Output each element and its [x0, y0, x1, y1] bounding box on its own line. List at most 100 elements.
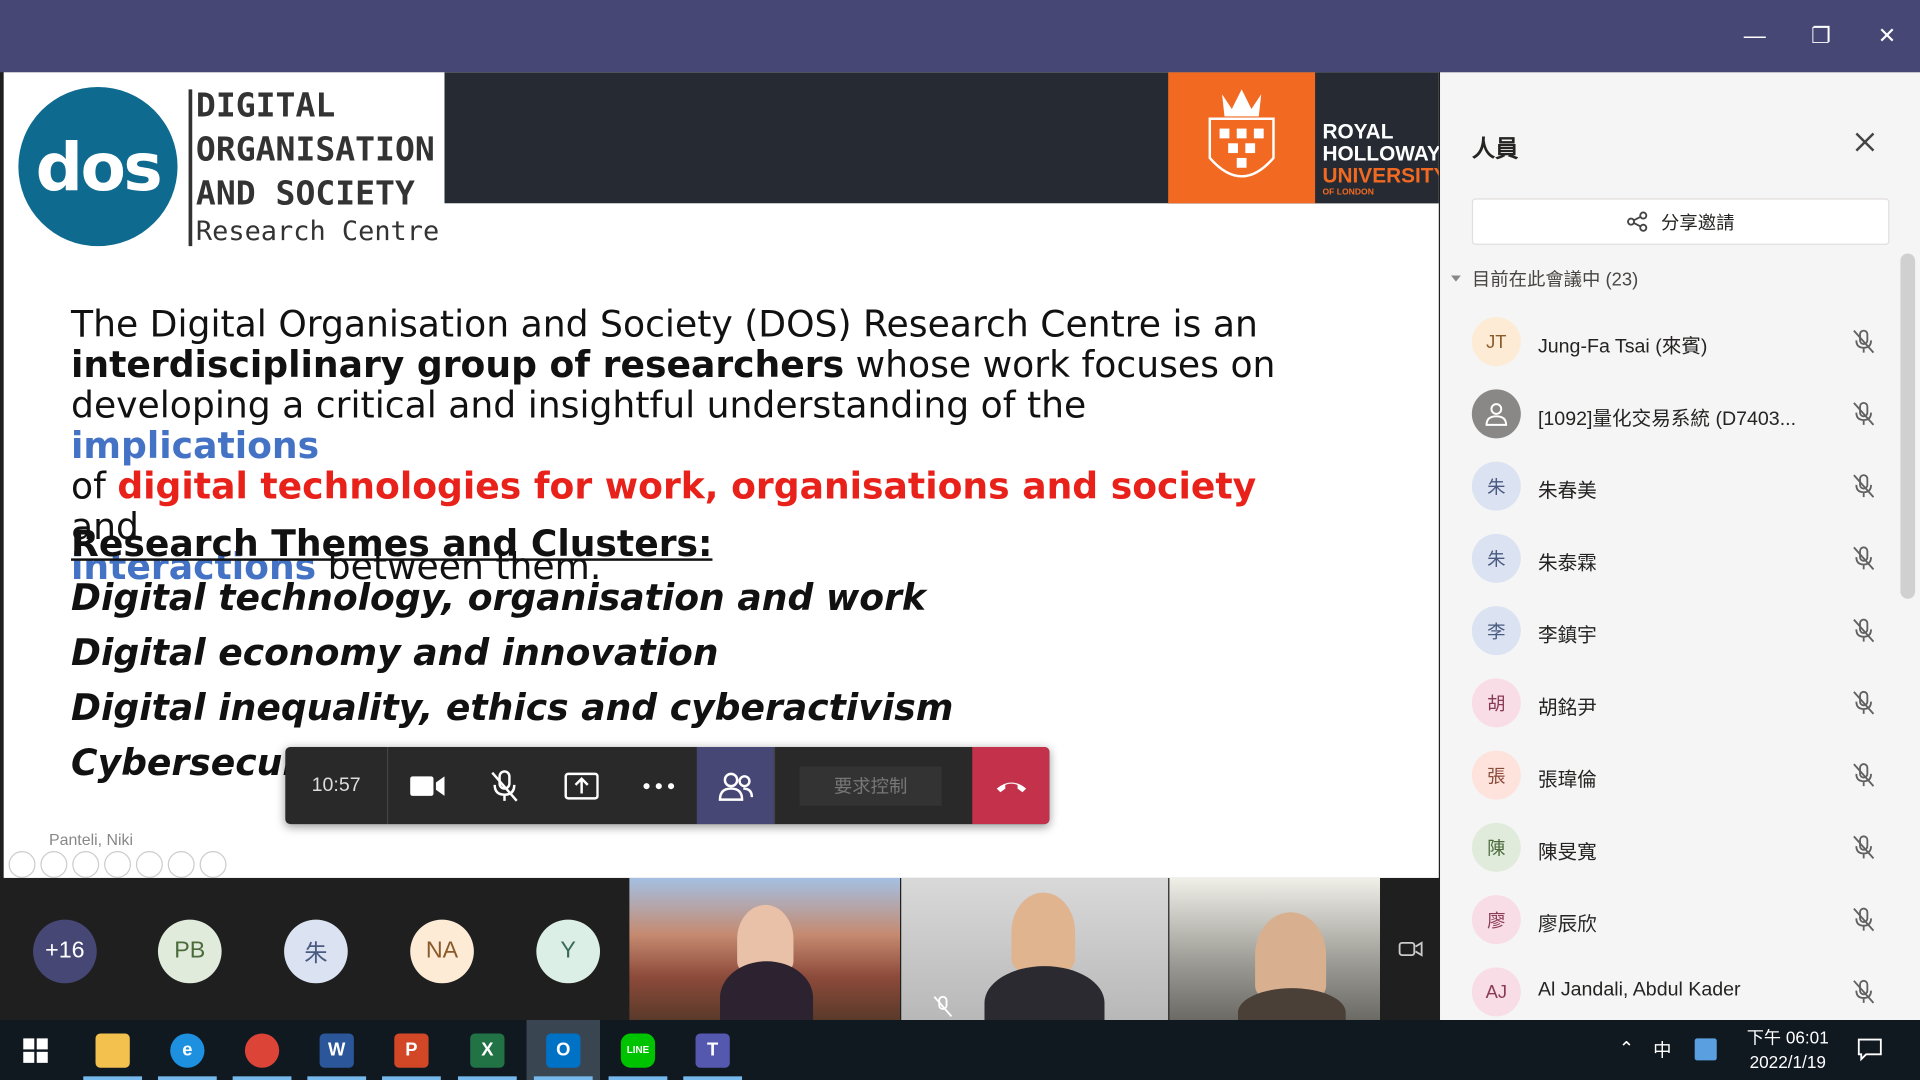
participant-body: [720, 961, 814, 1021]
system-clock[interactable]: 下午 06:01 2022/1/19: [1729, 1025, 1847, 1074]
taskbar-app-word[interactable]: W: [300, 1020, 373, 1080]
video-gallery-icon[interactable]: [1398, 937, 1423, 961]
close-window-button[interactable]: ✕: [1859, 10, 1915, 61]
powerpoint-icon: P: [394, 1032, 429, 1068]
participant-strip: +16 PB 朱 NA Y: [0, 877, 1439, 1021]
participant-avatar[interactable]: 朱: [284, 919, 348, 984]
ime-indicator[interactable]: 中: [1653, 1037, 1671, 1063]
mic-off-icon: [1850, 545, 1877, 572]
people-icon: [718, 772, 753, 801]
slide-navigation: [8, 851, 227, 878]
mic-off-icon: [1850, 834, 1877, 861]
taskbar-app-internet-explorer[interactable]: e: [151, 1020, 224, 1080]
participant-row[interactable]: 胡胡銘尹: [1440, 667, 1896, 739]
participant-name: 李鎮宇: [1537, 625, 1597, 647]
participant-avatar: [1471, 389, 1521, 439]
toolbar-divider: [773, 746, 776, 825]
more-actions-button[interactable]: [620, 747, 697, 824]
participant-row[interactable]: 廖廖辰欣: [1440, 884, 1896, 956]
participant-row[interactable]: 朱朱春美: [1440, 451, 1896, 523]
taskbar-app-line[interactable]: LINE: [601, 1020, 674, 1080]
slides-icon[interactable]: [104, 851, 132, 878]
share-invite-label: 分享邀請: [1661, 212, 1735, 234]
participant-avatar: 陳: [1471, 822, 1521, 872]
participant-avatar: JT: [1471, 317, 1521, 367]
participant-avatar[interactable]: NA: [410, 919, 474, 984]
mic-off-icon: [1850, 978, 1877, 1005]
outlook-icon: O: [546, 1032, 581, 1068]
zoom-icon[interactable]: [135, 851, 163, 878]
participant-row[interactable]: 陳陳旻寬: [1440, 812, 1896, 884]
participant-face: [1011, 892, 1076, 972]
taskbar-app-chrome[interactable]: [225, 1020, 298, 1080]
previous-slide-icon[interactable]: [8, 851, 36, 878]
share-tray-button[interactable]: [542, 747, 619, 824]
participant-name: Jung-Fa Tsai (來賓): [1537, 336, 1708, 358]
close-panel-button[interactable]: [1851, 131, 1878, 158]
chrome-icon: [244, 1032, 280, 1068]
centre-name: DIGITAL ORGANISATION AND SOCIETY: [195, 86, 435, 214]
participant-video[interactable]: [1169, 877, 1381, 1021]
participant-row[interactable]: JT Jung-Fa Tsai (來賓): [1440, 306, 1896, 378]
hang-up-button[interactable]: [972, 746, 1050, 825]
more-participants-avatar[interactable]: +16: [33, 919, 97, 984]
next-slide-icon[interactable]: [40, 851, 68, 878]
title-bar: — ❐ ✕: [0, 0, 1920, 73]
mic-off-icon: [490, 769, 518, 802]
mic-off-icon: [933, 995, 953, 1017]
presenter-name: Panteli, Niki: [48, 830, 134, 849]
participant-row[interactable]: 朱朱泰霖: [1440, 523, 1896, 595]
in-meeting-section[interactable]: 目前在此會議中 (23): [1450, 266, 1638, 292]
participant-row[interactable]: 張張瑋倫: [1440, 740, 1896, 812]
pen-icon[interactable]: [72, 851, 100, 878]
participant-name: 朱泰霖: [1537, 553, 1597, 575]
participant-row[interactable]: [1092]量化交易系統 (D7403...: [1440, 378, 1896, 450]
subtitles-icon[interactable]: [167, 851, 195, 878]
minimize-button[interactable]: —: [1727, 10, 1783, 61]
theme-item: Digital inequality, ethics and cyberacti…: [71, 686, 954, 729]
request-control-button[interactable]: 要求控制: [799, 765, 942, 806]
windows-taskbar: e W P X O LINE T ⌃ 中 下午 06:01 2022/1/19: [0, 1020, 1920, 1080]
mic-off-icon: [1850, 689, 1877, 716]
participants-button[interactable]: [696, 746, 774, 825]
hang-up-icon: [996, 781, 1026, 792]
clock-time: 下午 06:01: [1746, 1027, 1829, 1047]
panel-scrollbar[interactable]: [1900, 253, 1916, 599]
participant-video[interactable]: [901, 877, 1169, 1021]
meeting-duration: 10:57: [285, 746, 389, 825]
mic-off-icon: [1850, 328, 1877, 355]
participant-list: JT Jung-Fa Tsai (來賓) [1092]量化交易系統 (D7403..…: [1440, 306, 1896, 1028]
restore-button[interactable]: ❐: [1793, 10, 1849, 61]
start-button[interactable]: [0, 1020, 71, 1080]
line-icon: LINE: [620, 1032, 656, 1068]
participant-name: 胡銘尹: [1537, 697, 1597, 719]
participant-video[interactable]: [629, 877, 901, 1021]
taskbar-app-file-explorer[interactable]: [76, 1020, 149, 1080]
notification-center-icon[interactable]: [1856, 1037, 1883, 1066]
participant-name: 廖辰欣: [1537, 914, 1597, 936]
show-hidden-icons-icon[interactable]: ⌃: [1619, 1037, 1634, 1059]
internet-explorer-icon: e: [170, 1032, 205, 1068]
chevron-down-icon: [1451, 274, 1461, 282]
mic-off-icon: [1850, 906, 1877, 933]
more-options-icon[interactable]: [199, 851, 227, 878]
taskbar-app-teams[interactable]: T: [676, 1020, 749, 1080]
participant-avatar[interactable]: Y: [536, 919, 601, 984]
participant-row[interactable]: AJ Al Jandali, Abdul Kader: [1440, 956, 1896, 1028]
participant-body: [1237, 988, 1346, 1021]
notes-icon[interactable]: [1694, 1038, 1717, 1061]
participant-avatar: AJ: [1471, 967, 1521, 1017]
taskbar-app-excel[interactable]: X: [451, 1020, 524, 1080]
mic-off-icon: [1850, 762, 1877, 789]
taskbar-app-outlook[interactable]: O: [526, 1020, 601, 1080]
mic-off-icon: [1850, 473, 1877, 500]
participant-row[interactable]: 李李鎮宇: [1440, 595, 1896, 667]
file-explorer-icon: [95, 1032, 130, 1068]
share-invite-button[interactable]: 分享邀請: [1471, 198, 1890, 245]
taskbar-app-powerpoint[interactable]: P: [375, 1020, 448, 1080]
participant-name: 張瑋倫: [1537, 770, 1597, 792]
mute-button[interactable]: [465, 747, 542, 824]
ellipsis-icon: [642, 782, 674, 789]
participant-avatar[interactable]: PB: [157, 919, 222, 984]
camera-button[interactable]: [388, 747, 465, 824]
